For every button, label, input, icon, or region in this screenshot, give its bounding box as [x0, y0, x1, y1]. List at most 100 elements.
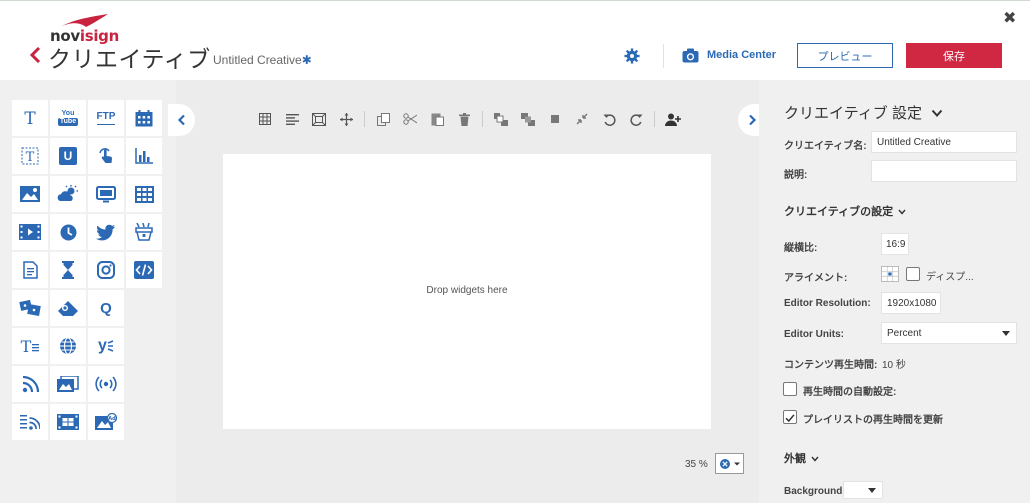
section-creative-settings[interactable]: クリエイティブの設定	[784, 203, 906, 219]
center-icon[interactable]	[546, 111, 564, 127]
query-widget-icon[interactable]: Q	[88, 290, 124, 326]
widget-panel: T You Tube FTP T U Q T y Ad	[0, 80, 176, 503]
chevron-down-icon	[811, 456, 819, 462]
broadcast-widget-icon[interactable]	[88, 366, 124, 402]
text-box-widget-icon[interactable]: T	[12, 138, 48, 174]
paste-icon[interactable]	[428, 111, 446, 127]
send-back-icon[interactable]	[519, 111, 537, 127]
html-widget-icon[interactable]	[126, 252, 162, 288]
editor-units-select[interactable]: Percent	[881, 322, 1017, 344]
undo-icon[interactable]	[600, 111, 618, 127]
instagram-widget-icon[interactable]	[88, 252, 124, 288]
calendar-widget-icon[interactable]	[126, 100, 162, 136]
delete-icon[interactable]	[455, 111, 473, 127]
zoom-dropdown[interactable]	[715, 453, 744, 474]
ad-image-widget-icon[interactable]: Ad	[88, 404, 124, 440]
clock-widget-icon[interactable]	[50, 214, 86, 250]
move-icon[interactable]	[337, 111, 355, 127]
globe-widget-icon[interactable]	[50, 328, 86, 364]
shrink-icon[interactable]	[573, 111, 591, 127]
rss-widget-icon[interactable]	[12, 366, 48, 402]
chevron-right-icon	[748, 114, 756, 126]
game-widget-icon[interactable]	[126, 214, 162, 250]
twitter-widget-icon[interactable]	[88, 214, 124, 250]
background-color-select[interactable]	[843, 481, 883, 499]
shapes-widget-icon[interactable]	[50, 290, 86, 326]
image-widget-icon[interactable]	[12, 176, 48, 212]
grid-icon[interactable]	[256, 111, 274, 127]
cards-widget-icon[interactable]	[12, 290, 48, 326]
bring-front-icon[interactable]	[492, 111, 510, 127]
ftp-widget-icon[interactable]: FTP	[88, 100, 124, 136]
update-playlist-checkbox[interactable]	[783, 410, 797, 424]
canvas-toolbar	[256, 111, 691, 127]
display-label: ディスプ...	[926, 272, 974, 283]
fit-icon[interactable]	[310, 111, 328, 127]
camera-icon[interactable]	[682, 48, 699, 63]
background-label: Background	[784, 486, 843, 497]
svg-text:T: T	[26, 150, 35, 165]
section-appearance[interactable]: 外観	[784, 450, 819, 466]
empty-slot	[126, 328, 162, 364]
editor-resolution-input[interactable]: 1920x1080	[881, 292, 941, 314]
display-checkbox[interactable]	[906, 267, 920, 281]
content-duration-value: 10 秒	[882, 360, 906, 371]
close-icon[interactable]: ✖	[1003, 8, 1016, 28]
film-grid-widget-icon[interactable]	[50, 404, 86, 440]
header-divider	[663, 44, 664, 68]
creative-name-label[interactable]: Untitled Creative✱	[213, 53, 312, 67]
toolbar-separator	[364, 111, 365, 127]
svg-text:T: T	[21, 337, 32, 355]
youtube-widget-icon[interactable]: You Tube	[50, 100, 86, 136]
auto-duration-checkbox[interactable]	[783, 382, 797, 396]
caret-down-icon	[868, 488, 876, 493]
preview-button[interactable]: プレビュー	[797, 43, 893, 68]
rss-feed-widget-icon[interactable]	[12, 404, 48, 440]
hourglass-widget-icon[interactable]	[50, 252, 86, 288]
copy-icon[interactable]	[374, 111, 392, 127]
zoom-level: 35 %	[685, 459, 708, 470]
yammer-widget-icon[interactable]: y	[88, 328, 124, 364]
description-input[interactable]	[871, 160, 1017, 182]
alignment-grid-icon[interactable]	[881, 266, 899, 282]
empty-slot	[126, 290, 162, 326]
save-button[interactable]: 保存	[906, 43, 1002, 68]
uniform-widget-icon[interactable]: U	[50, 138, 86, 174]
empty-slot	[126, 366, 162, 402]
bar-chart-widget-icon[interactable]	[126, 138, 162, 174]
text-list-widget-icon[interactable]: T	[12, 328, 48, 364]
media-center-link[interactable]: Media Center	[707, 49, 776, 61]
redo-icon[interactable]	[627, 111, 645, 127]
cut-icon[interactable]	[401, 111, 419, 127]
update-playlist-label: プレイリストの再生時間を更新	[803, 415, 943, 426]
chevron-left-icon	[177, 114, 185, 126]
widget-grid: T You Tube FTP T U Q T y Ad	[12, 100, 162, 440]
text-widget-icon[interactable]: T	[12, 100, 48, 136]
document-widget-icon[interactable]	[12, 252, 48, 288]
align-icon[interactable]	[283, 111, 301, 127]
video-widget-icon[interactable]	[12, 214, 48, 250]
back-chevron-icon[interactable]	[28, 44, 42, 66]
caret-down-icon	[1002, 331, 1010, 336]
screen-widget-icon[interactable]	[88, 176, 124, 212]
image-slideshow-widget-icon[interactable]	[50, 366, 86, 402]
creative-stage[interactable]: Drop widgets here	[223, 154, 711, 429]
settings-title[interactable]: クリエイティブ 設定	[784, 102, 943, 123]
chevron-down-icon	[931, 109, 943, 117]
svg-text:Ad: Ad	[108, 416, 116, 422]
creative-name-label: クリエイティブ名:	[784, 141, 867, 152]
page-title: クリエイティブ	[48, 46, 211, 72]
add-user-icon[interactable]	[664, 111, 682, 127]
unsaved-marker: ✱	[301, 53, 312, 67]
aspect-ratio-input[interactable]: 16:9	[881, 233, 909, 255]
gear-icon[interactable]	[624, 48, 640, 64]
creative-name-input[interactable]: Untitled Creative	[871, 131, 1017, 153]
table-widget-icon[interactable]	[126, 176, 162, 212]
weather-widget-icon[interactable]	[50, 176, 86, 212]
auto-duration-label: 再生時間の自動設定:	[803, 387, 897, 398]
touch-widget-icon[interactable]	[88, 138, 124, 174]
aspect-ratio-label: 縦横比:	[784, 243, 818, 254]
editor-resolution-label: Editor Resolution:	[784, 298, 871, 309]
editor-units-label: Editor Units:	[784, 329, 844, 340]
chevron-down-icon	[898, 209, 906, 215]
